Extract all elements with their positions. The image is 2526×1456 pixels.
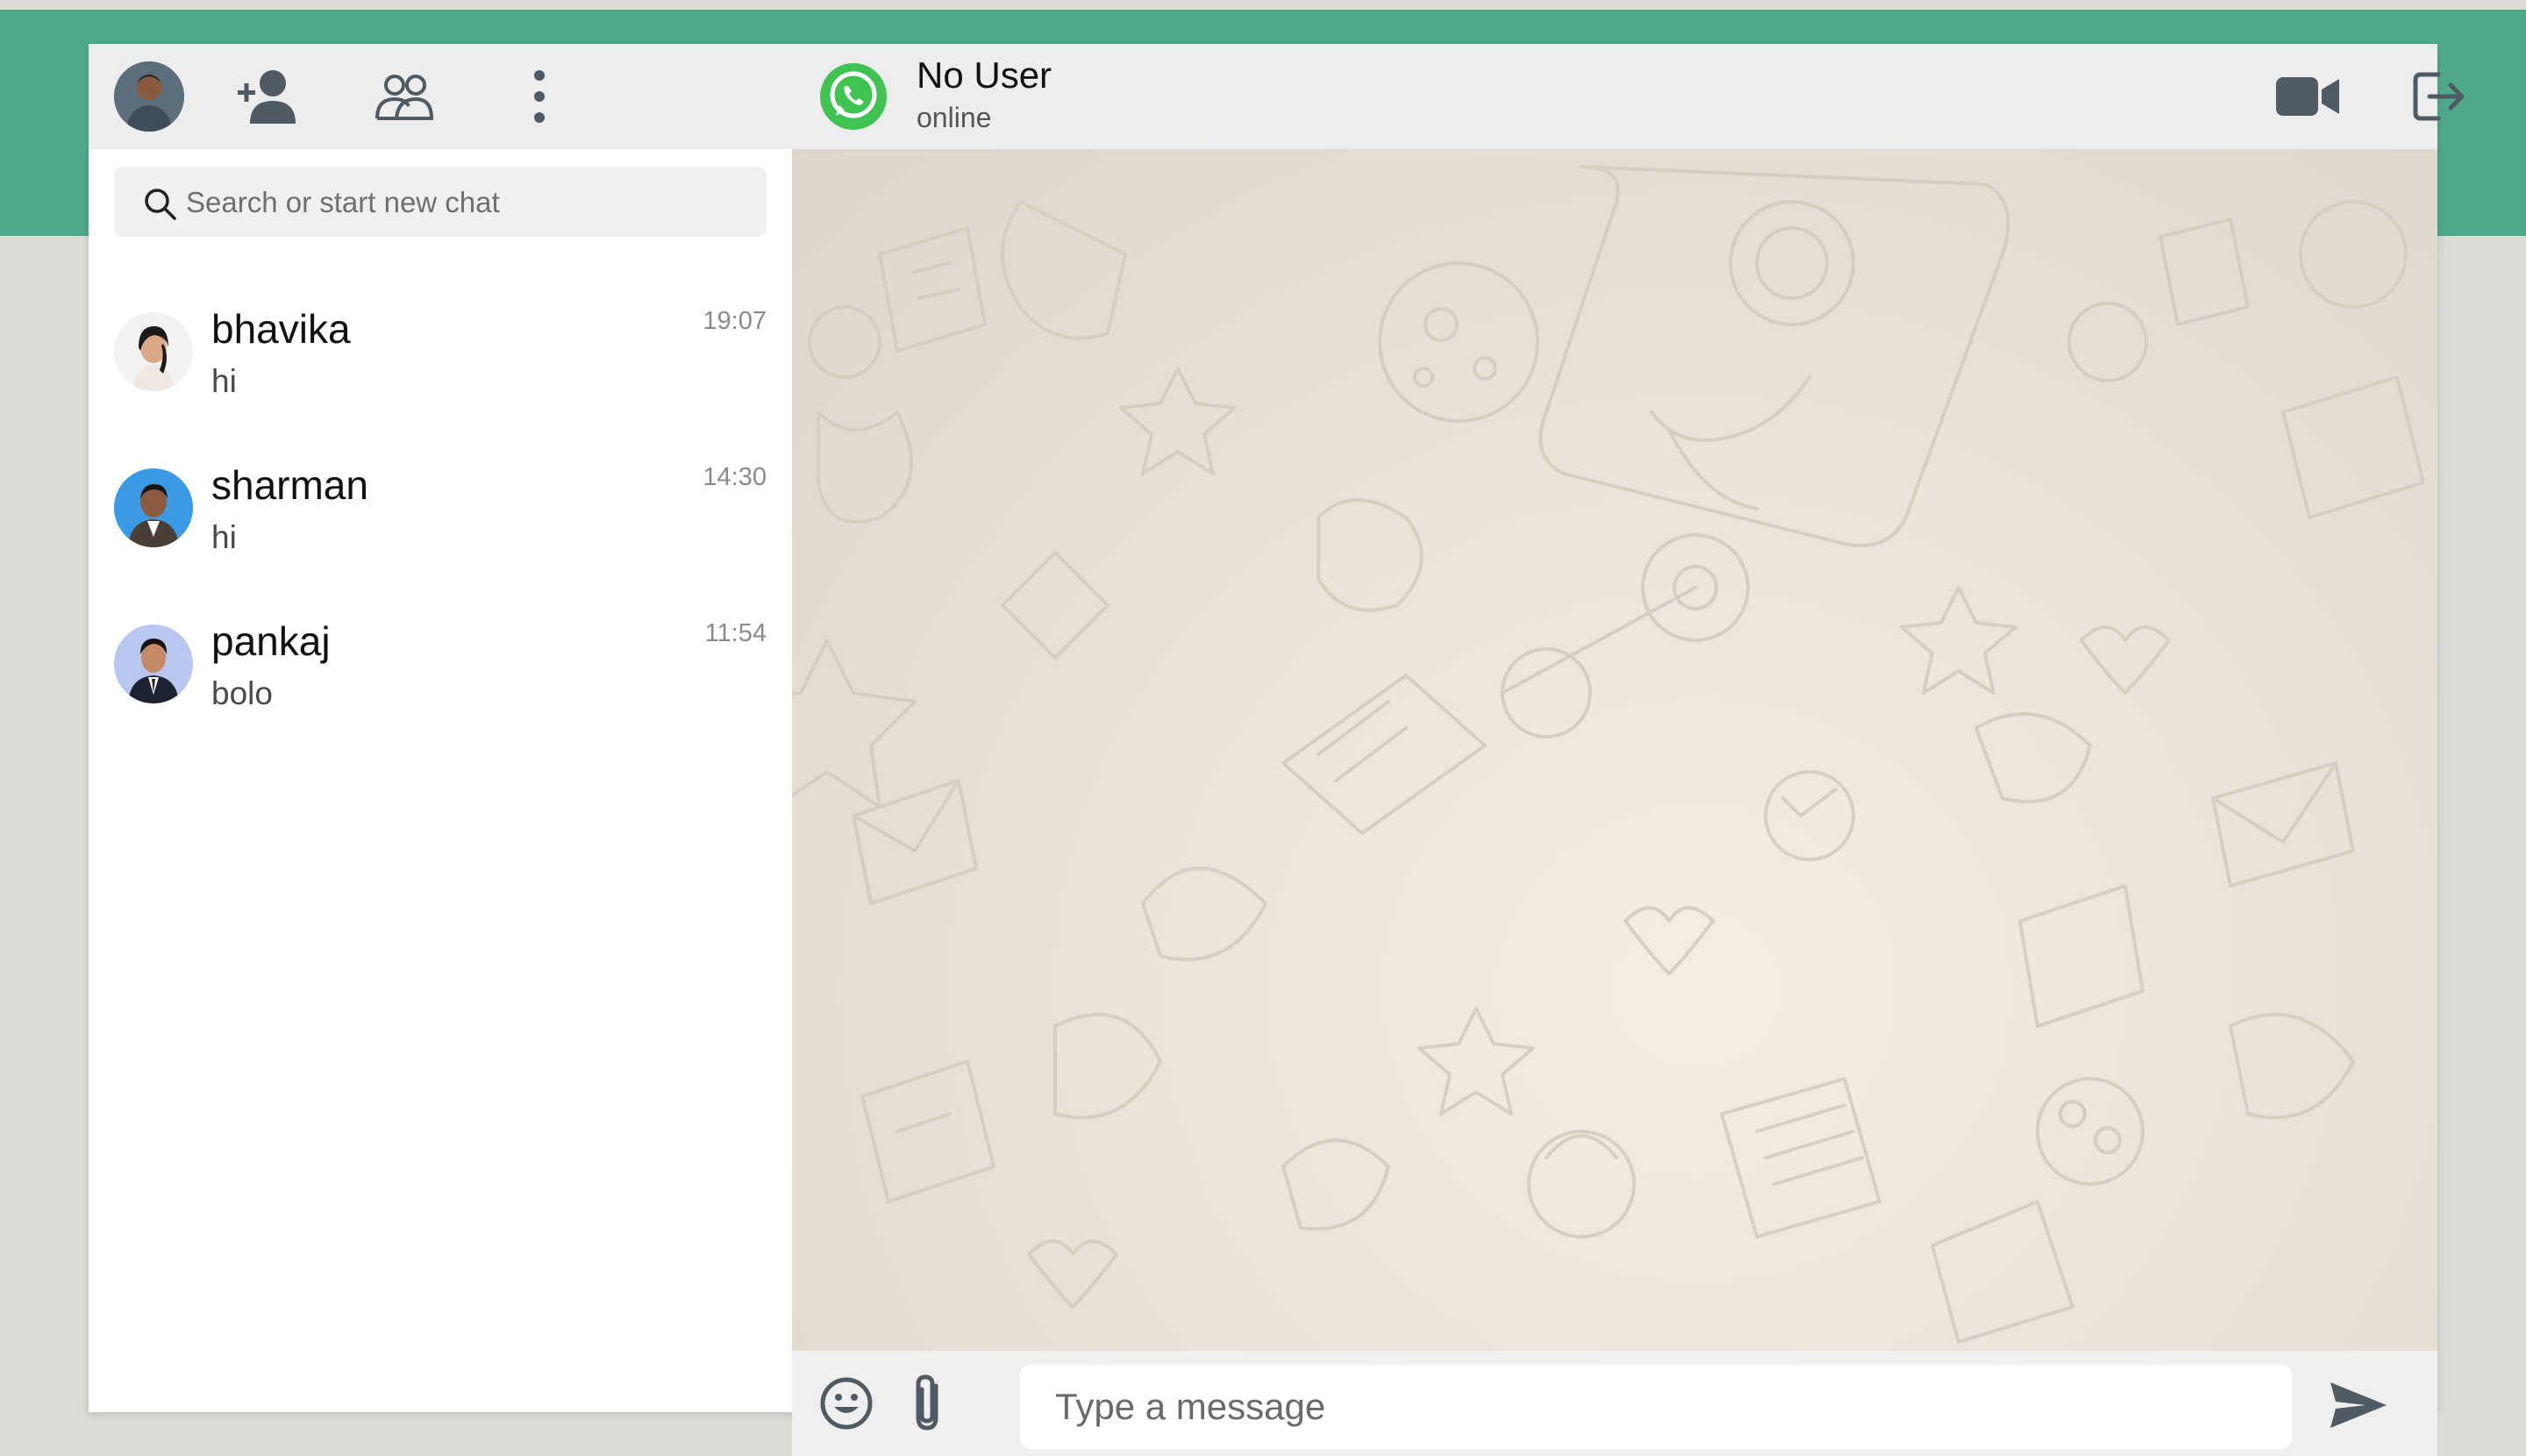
chat-pane: No User online xyxy=(792,44,2465,1456)
video-call-icon xyxy=(2276,77,2339,116)
sidebar: bhavika hi 19:07 sharman hi 14:30 xyxy=(89,44,793,1412)
video-call-button[interactable] xyxy=(2274,63,2341,130)
search-icon xyxy=(145,189,176,220)
attach-icon[interactable] xyxy=(904,1372,953,1435)
more-menu-icon xyxy=(534,70,545,123)
send-icon[interactable] xyxy=(2327,1374,2390,1437)
chat-wallpaper xyxy=(792,149,2437,1351)
chat-header: No User online xyxy=(792,44,2465,149)
chat-list-item[interactable]: sharman hi 14:30 xyxy=(89,439,792,595)
group-icon xyxy=(375,75,434,120)
message-composer xyxy=(792,1351,2437,1456)
chat-list-item[interactable]: pankaj bolo 11:54 xyxy=(89,595,792,751)
message-input[interactable] xyxy=(1020,1365,2292,1449)
chat-last-message: bolo xyxy=(211,675,273,711)
chat-time: 19:07 xyxy=(703,307,767,335)
chat-time: 11:54 xyxy=(704,619,767,647)
search-input[interactable] xyxy=(184,167,749,239)
new-group-button[interactable] xyxy=(371,63,438,130)
avatar xyxy=(114,468,193,547)
avatar xyxy=(114,625,193,703)
sidebar-header xyxy=(89,44,792,149)
my-avatar[interactable] xyxy=(114,61,184,132)
logout-icon xyxy=(2413,72,2465,121)
more-menu-button[interactable] xyxy=(506,63,573,130)
whatsapp-logo-icon xyxy=(820,63,887,130)
add-contact-button[interactable] xyxy=(235,63,302,130)
chat-last-message: hi xyxy=(211,519,237,555)
app-window: bhavika hi 19:07 sharman hi 14:30 xyxy=(89,44,2465,1456)
avatar xyxy=(114,312,193,391)
chat-name: sharman xyxy=(211,462,368,508)
logout-button[interactable] xyxy=(2406,63,2472,130)
contact-name: No User xyxy=(917,54,1052,96)
chat-list-item[interactable]: bhavika hi 19:07 xyxy=(89,282,792,439)
contact-status: online xyxy=(917,102,992,133)
chat-name: pankaj xyxy=(211,618,331,664)
doodle-pattern xyxy=(792,165,2425,1344)
chat-time: 14:30 xyxy=(703,463,767,491)
search-box xyxy=(114,167,767,239)
emoji-icon[interactable] xyxy=(818,1375,874,1431)
chat-name: bhavika xyxy=(211,306,351,352)
add-contact-icon xyxy=(238,70,296,124)
chat-last-message: hi xyxy=(211,363,237,399)
